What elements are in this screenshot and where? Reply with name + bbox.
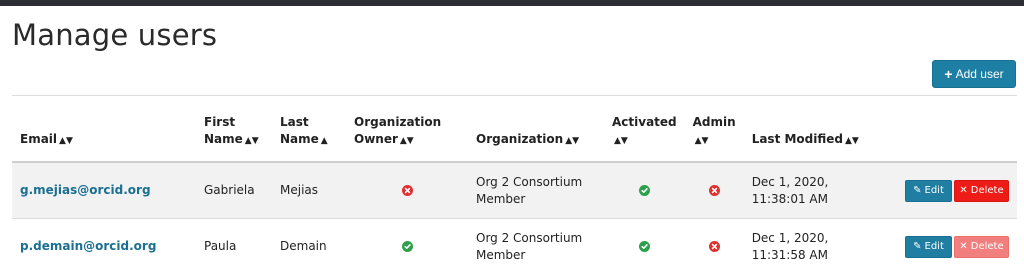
last-name-cell: Mejias	[272, 162, 346, 219]
pencil-icon: ✎	[913, 182, 921, 199]
cross-icon	[709, 241, 720, 252]
check-icon	[402, 241, 413, 252]
top-navbar-strip	[0, 0, 1024, 6]
last-modified-cell: Dec 1, 2020,11:38:01 AM	[744, 162, 884, 219]
actions-cell: ✎Edit✕Delete	[884, 219, 1017, 274]
first-name-cell: Gabriela	[196, 162, 272, 219]
table-row: g.mejias@orcid.org Gabriela Mejias Org 2…	[12, 162, 1017, 219]
organization-cell: Org 2 ConsortiumMember	[468, 162, 604, 219]
delete-button-disabled[interactable]: ✕Delete	[954, 236, 1009, 258]
admin-cell	[685, 219, 744, 274]
actions-cell: ✎Edit✕Delete	[884, 162, 1017, 219]
sort-icon: ▲▼	[565, 136, 579, 146]
header-activated[interactable]: Activated▲▼	[604, 96, 685, 163]
activated-cell	[604, 219, 685, 274]
sort-asc-icon: ▲	[321, 136, 328, 146]
check-icon	[639, 241, 650, 252]
page-title: Manage users	[12, 18, 217, 52]
header-email[interactable]: Email▲▼	[12, 96, 196, 163]
sort-icon: ▲▼	[245, 136, 259, 146]
add-user-label: Add user	[956, 67, 1004, 81]
sort-icon: ▲▼	[695, 136, 709, 146]
header-last-name[interactable]: LastName▲	[272, 96, 346, 163]
sort-icon: ▲▼	[845, 136, 859, 146]
table-row: p.demain@orcid.org Paula Demain Org 2 Co…	[12, 219, 1017, 274]
edit-button[interactable]: ✎Edit	[905, 236, 952, 258]
edit-button[interactable]: ✎Edit	[905, 180, 952, 202]
cross-icon	[709, 185, 720, 196]
add-user-button[interactable]: + Add user	[932, 60, 1016, 88]
header-last-modified[interactable]: Last Modified▲▼	[744, 96, 884, 163]
cross-icon	[402, 185, 413, 196]
user-email-link[interactable]: g.mejias@orcid.org	[12, 162, 196, 219]
organization-cell: Org 2 ConsortiumMember	[468, 219, 604, 274]
check-icon	[639, 185, 650, 196]
sort-icon: ▲▼	[614, 136, 628, 146]
header-actions	[884, 96, 1017, 163]
users-table: Email▲▼ FirstName▲▼ LastName▲ Organizati…	[12, 95, 1017, 274]
first-name-cell: Paula	[196, 219, 272, 274]
table-header-row: Email▲▼ FirstName▲▼ LastName▲ Organizati…	[12, 96, 1017, 163]
org-owner-cell	[346, 219, 468, 274]
sort-icon: ▲▼	[59, 136, 73, 146]
delete-button[interactable]: ✕Delete	[954, 180, 1009, 202]
plus-icon: +	[944, 67, 952, 81]
header-admin[interactable]: Admin▲▼	[685, 96, 744, 163]
admin-cell	[685, 162, 744, 219]
org-owner-cell	[346, 162, 468, 219]
header-organization[interactable]: Organization▲▼	[468, 96, 604, 163]
header-organization-owner[interactable]: OrganizationOwner▲▼	[346, 96, 468, 163]
last-name-cell: Demain	[272, 219, 346, 274]
last-modified-cell: Dec 1, 2020,11:31:58 AM	[744, 219, 884, 274]
close-icon: ✕	[959, 238, 967, 255]
close-icon: ✕	[959, 182, 967, 199]
header-first-name[interactable]: FirstName▲▼	[196, 96, 272, 163]
sort-icon: ▲▼	[400, 136, 414, 146]
activated-cell	[604, 162, 685, 219]
pencil-icon: ✎	[913, 238, 921, 255]
user-email-link[interactable]: p.demain@orcid.org	[12, 219, 196, 274]
